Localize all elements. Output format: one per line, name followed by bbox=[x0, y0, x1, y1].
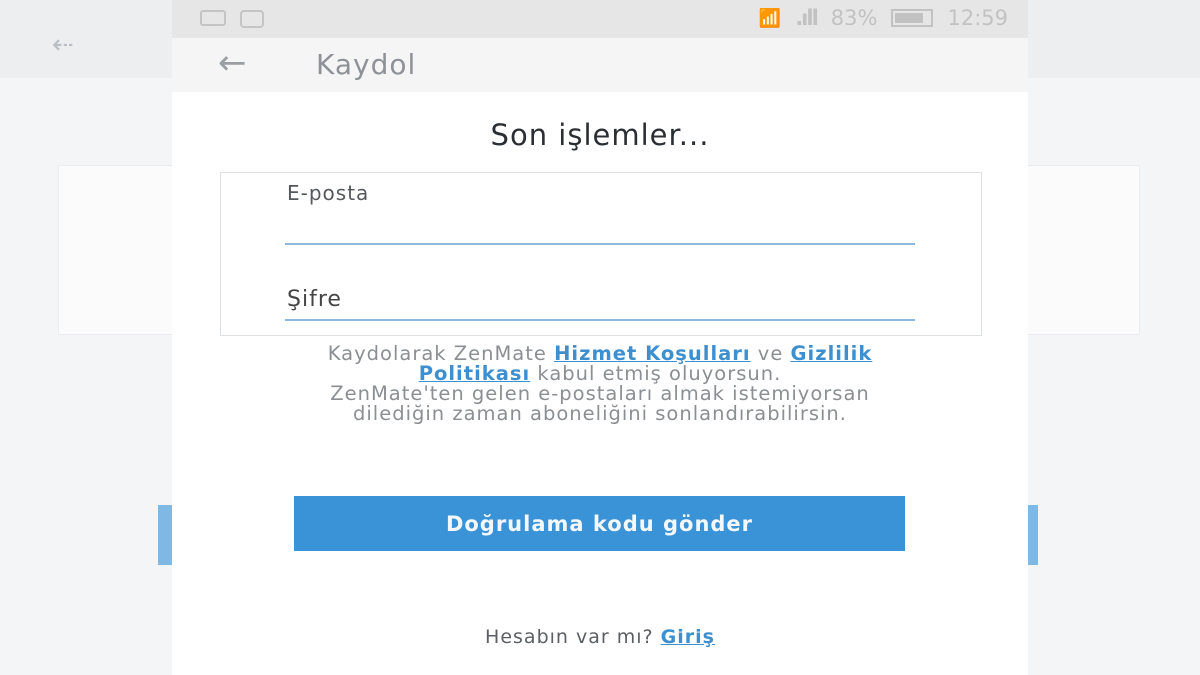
background-back-icon: ⇠ bbox=[52, 30, 74, 60]
message-icon bbox=[200, 10, 226, 26]
email-underline bbox=[285, 243, 915, 245]
background-button-edge-left bbox=[158, 505, 172, 565]
unsubscribe-note: ZenMate'ten gelen e-postaları almak iste… bbox=[330, 382, 870, 425]
signal-icon: .ıll bbox=[795, 6, 819, 30]
email-field[interactable] bbox=[285, 213, 919, 243]
send-verification-code-button[interactable]: Doğrulama kodu gönder bbox=[294, 496, 905, 551]
section-heading: Son işlemler... bbox=[490, 118, 710, 152]
password-field[interactable] bbox=[285, 289, 919, 319]
signup-form: E-posta Şifre bbox=[220, 172, 982, 336]
wifi-icon: 📶 bbox=[758, 7, 782, 29]
phone-screen: 📶 .ıll 83% 12:59 ← Kaydol Son işlemler..… bbox=[172, 0, 1028, 675]
login-link[interactable]: Giriş bbox=[661, 626, 715, 648]
battery-percent: 83% bbox=[830, 6, 878, 30]
clock: 12:59 bbox=[947, 6, 1008, 30]
app-bar: ← Kaydol bbox=[172, 38, 1028, 92]
battery-icon bbox=[891, 9, 934, 27]
login-prompt: Hesabın var mı? bbox=[485, 626, 661, 648]
terms-text: Kaydolarak ZenMate Hizmet Koşulları ve G… bbox=[290, 344, 910, 424]
email-label: E-posta bbox=[287, 181, 370, 205]
login-prompt-row: Hesabın var mı? Giriş bbox=[172, 626, 1028, 648]
arrow-left-icon[interactable]: ← bbox=[218, 46, 247, 80]
briefcase-icon bbox=[240, 10, 264, 28]
page-title: Kaydol bbox=[316, 48, 417, 81]
password-underline bbox=[285, 319, 915, 321]
status-bar: 📶 .ıll 83% 12:59 bbox=[172, 0, 1028, 38]
